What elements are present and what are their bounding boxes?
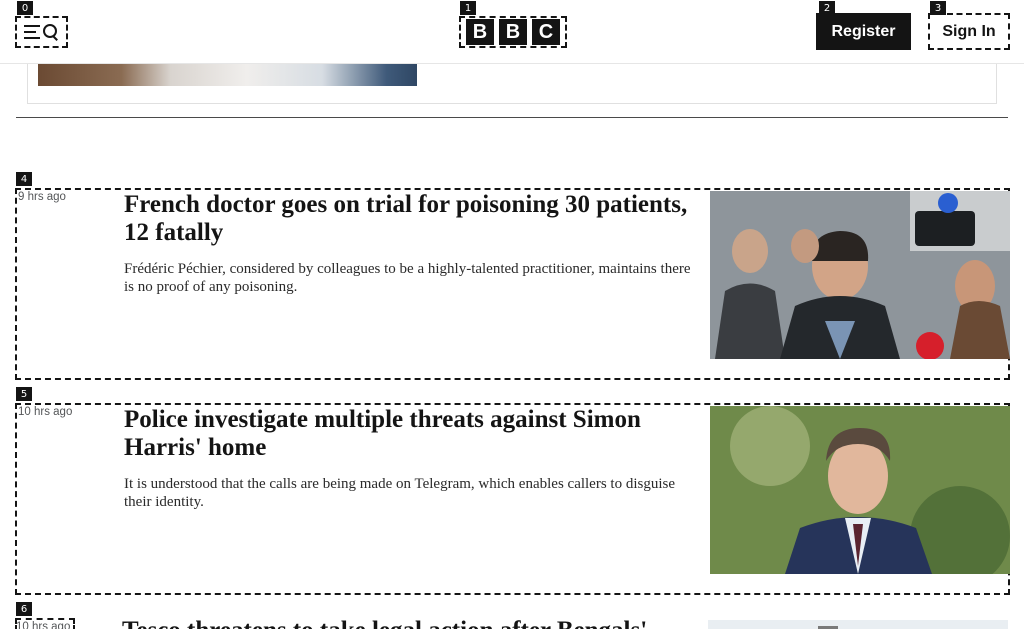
article-timestamp: 10 hrs ago: [18, 406, 73, 418]
logo-letter-b1: B: [466, 19, 494, 45]
article-title[interactable]: Tesco threatens to take legal action aft…: [122, 617, 692, 629]
logo-letter-c: C: [532, 19, 560, 45]
element-badge: 3: [930, 1, 946, 15]
element-badge: 6: [16, 602, 32, 616]
sign-in-button[interactable]: Sign In: [928, 13, 1010, 50]
bbc-logo[interactable]: B B C: [459, 16, 567, 48]
article-image[interactable]: [710, 406, 1010, 574]
article-card[interactable]: 9 hrs ago French doctor goes on trial fo…: [15, 188, 1010, 380]
element-badge: 5: [16, 387, 32, 401]
search-icon: [43, 24, 59, 40]
article-timestamp: 9 hrs ago: [18, 191, 66, 203]
menu-search-button[interactable]: [15, 16, 68, 48]
article-title[interactable]: French doctor goes on trial for poisonin…: [124, 191, 694, 247]
element-badge: 4: [16, 172, 32, 186]
article-title[interactable]: Police investigate multiple threats agai…: [124, 406, 694, 462]
crowd-photo-icon: [710, 191, 1010, 359]
previous-article-image[interactable]: [38, 64, 417, 86]
article-summary: Frédéric Péchier, considered by colleagu…: [124, 261, 691, 295]
article-image[interactable]: [710, 191, 1010, 359]
element-badge: 1: [460, 1, 476, 15]
register-button[interactable]: Register: [816, 13, 911, 50]
element-badge: 0: [17, 1, 33, 15]
menu-icon: [24, 25, 40, 39]
element-badge: 2: [819, 1, 835, 15]
portrait-photo-icon: [710, 406, 1010, 574]
section-divider: [16, 117, 1008, 118]
article-image[interactable]: [708, 620, 1008, 629]
article-summary: It is understood that the calls are bein…: [124, 476, 676, 510]
article-timestamp: 10 hrs ago: [16, 621, 71, 629]
site-header: B B C Register Sign In: [0, 0, 1024, 64]
article-card[interactable]: 10 hrs ago Police investigate multiple t…: [15, 403, 1010, 595]
logo-letter-b2: B: [499, 19, 527, 45]
